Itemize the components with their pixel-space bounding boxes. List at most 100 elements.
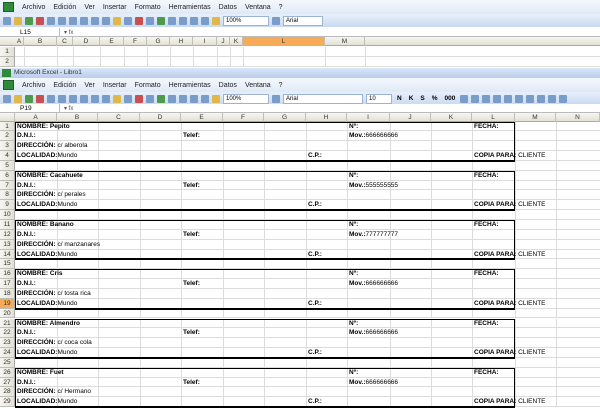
format-button[interactable]: S bbox=[418, 95, 426, 102]
row-header-2[interactable]: 2 bbox=[0, 131, 15, 142]
toolbar-button-icon[interactable] bbox=[69, 94, 77, 103]
format-button[interactable]: % bbox=[430, 95, 440, 102]
help-icon[interactable] bbox=[272, 16, 280, 25]
font-select[interactable]: Arial bbox=[283, 93, 363, 104]
format-icon[interactable] bbox=[559, 94, 568, 103]
toolbar-button-icon[interactable] bbox=[146, 16, 154, 25]
format-icon[interactable] bbox=[504, 94, 513, 103]
row-header-13[interactable]: 13 bbox=[0, 239, 15, 250]
toolbar-button-icon[interactable] bbox=[69, 16, 77, 25]
format-icon[interactable] bbox=[471, 94, 480, 103]
toolbar-button-icon[interactable] bbox=[124, 16, 132, 25]
row-header-14[interactable]: 14 bbox=[0, 249, 15, 260]
row-header-28[interactable]: 28 bbox=[0, 387, 15, 398]
menu-item-4[interactable]: Formato bbox=[135, 4, 161, 11]
column-header-L[interactable]: L bbox=[243, 37, 325, 46]
zoom-select[interactable]: 100% bbox=[223, 93, 269, 104]
column-header-C[interactable]: C bbox=[57, 37, 73, 46]
column-header-F[interactable]: F bbox=[124, 37, 147, 46]
menu-item-3[interactable]: Insertar bbox=[103, 4, 127, 11]
toolbar-button-icon[interactable] bbox=[135, 94, 143, 103]
row-header-19[interactable]: 19 bbox=[0, 298, 15, 309]
row-header-17[interactable]: 17 bbox=[0, 279, 15, 289]
toolbar-button-icon[interactable] bbox=[212, 16, 220, 25]
menu-item-1[interactable]: Edición bbox=[53, 4, 76, 11]
row-header-3[interactable]: 3 bbox=[0, 141, 15, 152]
format-icon[interactable] bbox=[493, 94, 502, 103]
row-header-21[interactable]: 21 bbox=[0, 318, 15, 329]
row-header-9[interactable]: 9 bbox=[0, 200, 15, 211]
toolbar-button-icon[interactable] bbox=[36, 94, 44, 103]
toolbar-button-icon[interactable] bbox=[25, 94, 33, 103]
toolbar-button-icon[interactable] bbox=[135, 16, 143, 25]
toolbar-button-icon[interactable] bbox=[190, 94, 198, 103]
row-header-23[interactable]: 23 bbox=[0, 338, 15, 349]
fx-icon[interactable]: ▾ fx bbox=[60, 29, 90, 36]
column-header-G[interactable]: G bbox=[147, 37, 170, 46]
menu-item-1[interactable]: Edición bbox=[53, 82, 76, 89]
row-header-18[interactable]: 18 bbox=[0, 288, 15, 299]
row-header-6[interactable]: 6 bbox=[0, 170, 15, 181]
name-box[interactable]: L15 bbox=[0, 27, 60, 37]
toolbar-button-icon[interactable] bbox=[168, 16, 176, 25]
toolbar-button-icon[interactable] bbox=[91, 16, 99, 25]
toolbar-button-icon[interactable] bbox=[25, 16, 33, 25]
toolbar-button-icon[interactable] bbox=[14, 94, 22, 103]
menu-item-2[interactable]: Ver bbox=[84, 82, 95, 89]
format-button[interactable]: N bbox=[395, 95, 404, 102]
zoom-select[interactable]: 100% bbox=[223, 15, 269, 26]
format-icon[interactable] bbox=[460, 94, 469, 103]
toolbar-button-icon[interactable] bbox=[102, 16, 110, 25]
row-header-16[interactable]: 16 bbox=[0, 269, 15, 280]
toolbar-button-icon[interactable] bbox=[201, 16, 209, 25]
toolbar-button-icon[interactable] bbox=[179, 94, 187, 103]
toolbar-button-icon[interactable] bbox=[190, 16, 198, 25]
toolbar-button-icon[interactable] bbox=[102, 94, 110, 103]
font-size-select[interactable]: 10 bbox=[366, 93, 392, 104]
toolbar-button-icon[interactable] bbox=[168, 94, 176, 103]
format-icon[interactable] bbox=[515, 94, 524, 103]
row-header-4[interactable]: 4 bbox=[0, 151, 15, 161]
menu-item-4[interactable]: Formato bbox=[135, 82, 161, 89]
row-header-15[interactable]: 15 bbox=[0, 259, 15, 270]
font-select[interactable]: Arial bbox=[283, 15, 323, 26]
toolbar-button-icon[interactable] bbox=[3, 94, 11, 103]
menu-item-5[interactable]: Herramientas bbox=[169, 4, 211, 11]
toolbar-button-icon[interactable] bbox=[157, 94, 165, 103]
toolbar-button-icon[interactable] bbox=[80, 94, 88, 103]
column-header-B[interactable]: B bbox=[24, 37, 57, 46]
toolbar-button-icon[interactable] bbox=[212, 94, 220, 103]
toolbar-button-icon[interactable] bbox=[47, 94, 55, 103]
menu-item-6[interactable]: Datos bbox=[219, 82, 237, 89]
toolbar-button-icon[interactable] bbox=[58, 94, 66, 103]
menu-item-7[interactable]: Ventana bbox=[245, 4, 271, 11]
format-icon[interactable] bbox=[537, 94, 546, 103]
toolbar-button-icon[interactable] bbox=[179, 16, 187, 25]
toolbar-button-icon[interactable] bbox=[113, 94, 121, 103]
name-box[interactable]: P19 bbox=[0, 103, 60, 113]
row-header-8[interactable]: 8 bbox=[0, 190, 15, 201]
toolbar-button-icon[interactable] bbox=[47, 16, 55, 25]
row-header-2[interactable]: 2 bbox=[0, 57, 15, 67]
menu-item-0[interactable]: Archivo bbox=[22, 82, 45, 89]
row-header-27[interactable]: 27 bbox=[0, 377, 15, 388]
format-icon[interactable] bbox=[482, 94, 491, 103]
toolbar-button-icon[interactable] bbox=[36, 16, 44, 25]
menu-item-2[interactable]: Ver bbox=[84, 4, 95, 11]
format-button[interactable]: 000 bbox=[443, 95, 458, 102]
row-header-20[interactable]: 20 bbox=[0, 308, 15, 319]
toolbar-button-icon[interactable] bbox=[201, 94, 209, 103]
menu-item-8[interactable]: ? bbox=[279, 4, 283, 11]
column-header-J[interactable]: J bbox=[217, 37, 230, 46]
column-header-I[interactable]: I bbox=[193, 37, 217, 46]
menu-item-8[interactable]: ? bbox=[279, 82, 283, 89]
format-button[interactable]: K bbox=[407, 95, 416, 102]
menu-item-3[interactable]: Insertar bbox=[103, 82, 127, 89]
format-icon[interactable] bbox=[526, 94, 535, 103]
menu-item-0[interactable]: Archivo bbox=[22, 4, 45, 11]
row-header-12[interactable]: 12 bbox=[0, 229, 15, 240]
column-header-A[interactable]: A bbox=[15, 37, 24, 46]
menu-item-6[interactable]: Datos bbox=[219, 4, 237, 11]
column-header-H[interactable]: H bbox=[170, 37, 193, 46]
row-header-11[interactable]: 11 bbox=[0, 220, 15, 230]
